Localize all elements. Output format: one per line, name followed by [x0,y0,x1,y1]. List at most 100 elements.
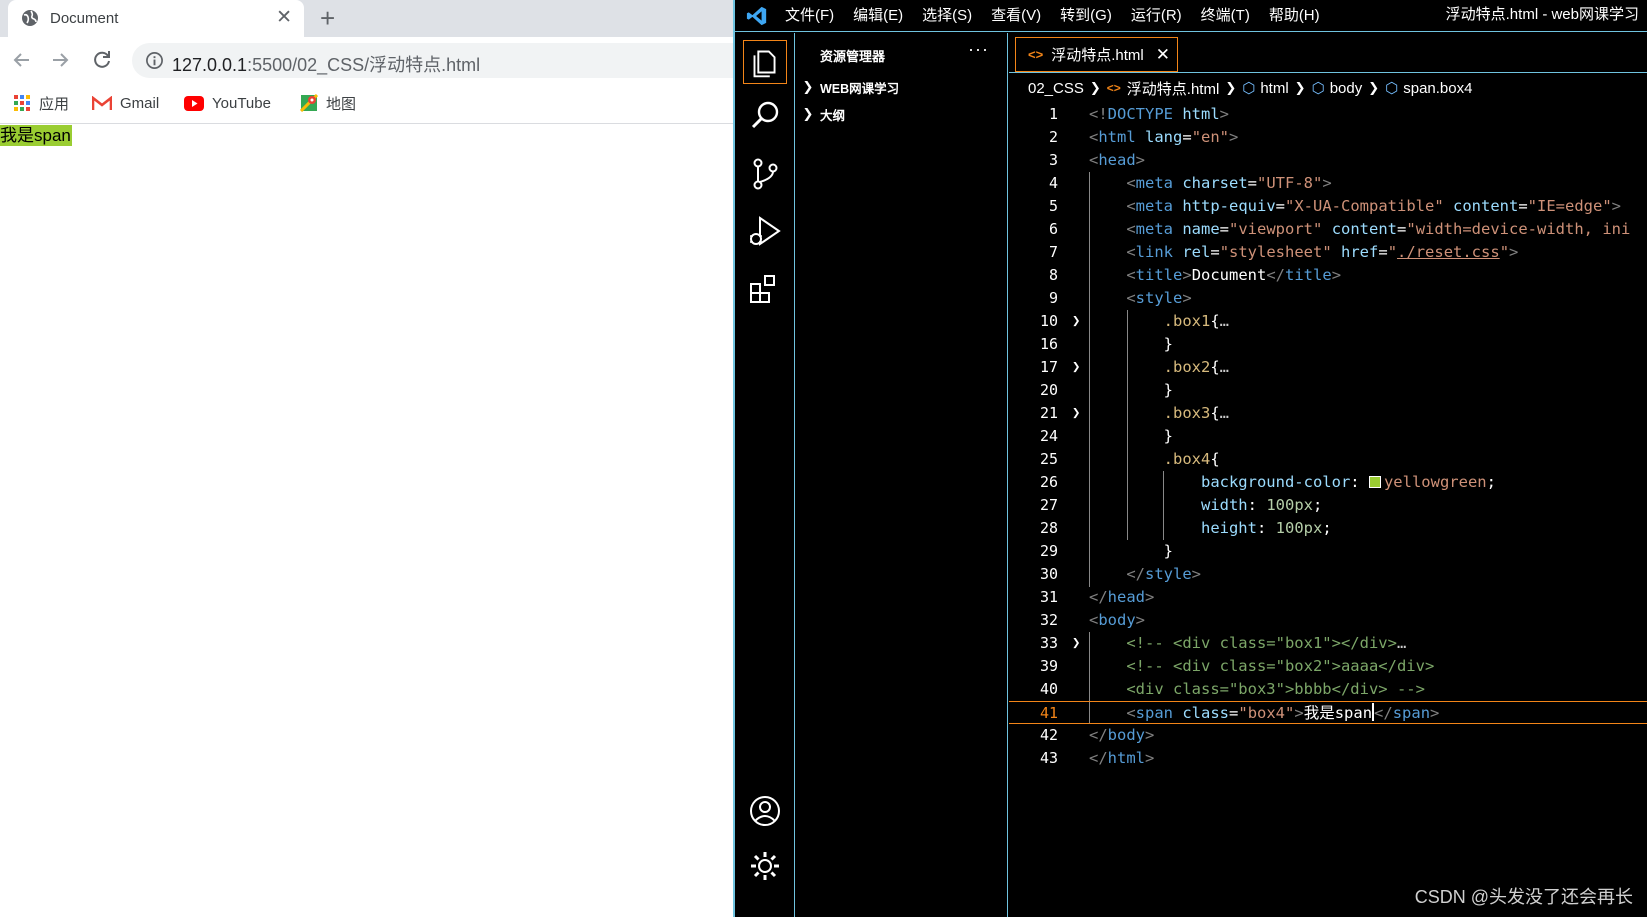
address-bar[interactable]: 127.0.0.1:5500/02_CSS/浮动特点.html [132,43,733,78]
vscode-window: 文件(F) 编辑(E) 选择(S) 查看(V) 转到(G) 运行(R) 终端(T… [733,0,1647,917]
bookmarks-bar: 应用 Gmail YouTube 地图 [0,84,733,124]
breadcrumb-folder[interactable]: 02_CSS [1028,80,1084,97]
bookmark-maps[interactable]: 地图 [300,92,356,114]
fold-chevron-icon[interactable]: ❯ [1072,402,1084,425]
color-swatch-icon[interactable] [1368,476,1381,488]
chevron-right-icon: ❯ [802,79,814,94]
search-icon[interactable] [746,97,784,135]
bookmark-gmail[interactable]: Gmail [92,92,159,114]
menu-edit[interactable]: 编辑(E) [853,0,903,32]
youtube-icon [184,95,204,111]
bookmark-youtube[interactable]: YouTube [184,92,271,114]
breadcrumb-html[interactable]: ⬡ html [1242,79,1288,98]
menu-help[interactable]: 帮助(H) [1269,0,1320,32]
url-host: 127.0.0.1 [172,55,248,75]
code-text: .box4{ [1163,450,1220,468]
symbol-cube-icon: ⬡ [1242,80,1256,97]
breadcrumb-label: body [1329,79,1363,97]
chevron-right-icon: ❯ [1225,80,1237,95]
code-line: 4 <meta charset="UTF-8"> [1009,172,1647,195]
code-line: 1 <!DOCTYPE html> [1009,103,1647,126]
line-number: 16 [1039,335,1058,353]
line-number: 42 [1039,726,1058,744]
line-number: 31 [1039,588,1058,606]
code-text: height: 100px; [1200,519,1332,537]
gmail-icon [92,95,112,110]
line-number: 10 [1039,312,1058,330]
line-number: 24 [1039,427,1058,445]
fold-chevron-icon[interactable]: ❯ [1072,310,1084,333]
settings-gear-icon[interactable] [746,847,784,885]
section-label: 大纲 [820,108,846,123]
explorer-icon[interactable] [743,40,787,84]
line-number: 39 [1039,657,1058,675]
code-line: 24 } [1009,425,1647,448]
bookmark-apps[interactable]: 应用 [13,92,69,114]
menu-go[interactable]: 转到(G) [1060,0,1112,32]
new-tab-button[interactable]: + [320,3,335,34]
section-workspace[interactable]: ❯ WEB网课学习 [796,75,1007,99]
back-icon[interactable] [10,48,34,72]
section-outline[interactable]: ❯ 大纲 [796,102,1007,126]
activity-bar [735,33,795,917]
menu-terminal[interactable]: 终端(T) [1201,0,1250,32]
run-debug-icon[interactable] [746,212,784,250]
symbol-cube-icon: ⬡ [1311,80,1325,97]
code-line: 39 <!-- <div class="box2">aaaa</div> [1009,655,1647,678]
code-text: } [1089,335,1173,353]
extensions-icon[interactable] [746,270,784,308]
menu-selection[interactable]: 选择(S) [922,0,972,32]
code-text: </style> [1126,565,1202,583]
menu-run[interactable]: 运行(R) [1131,0,1182,32]
info-icon[interactable] [145,51,164,70]
source-control-icon[interactable] [746,155,784,193]
code-text: </body> [1089,726,1155,744]
url-path: :5500/02_CSS/浮动特点.html [247,55,481,75]
more-actions-icon[interactable]: ··· [968,39,989,60]
fold-chevron-icon[interactable]: ❯ [1072,356,1084,379]
code-text: } [1089,542,1173,560]
code-text: <meta charset="UTF-8"> [1126,174,1332,192]
menu-file[interactable]: 文件(F) [785,0,834,32]
line-number: 2 [1048,128,1058,146]
breadcrumb: 02_CSS ❯ <> 浮动特点.html ❯ ⬡ html ❯ ⬡ body ❯ ⬡… [1009,74,1647,102]
editor-group: <> 浮动特点.html ✕ 02_CSS ❯ <> 浮动特点.html ❯ ⬡ h… [1009,33,1647,917]
code-text: <title>Document</title> [1126,266,1342,284]
code-text: <span class="box4">我是span </span> [1126,703,1440,722]
code-text: </head> [1089,588,1155,606]
code-editor[interactable]: 1 <!DOCTYPE html> 2 <html lang="en"> 3 <hea… [1009,103,1647,917]
symbol-cube-icon: ⬡ [1385,80,1399,97]
maps-icon [300,94,318,112]
close-tab-icon[interactable]: ✕ [276,6,292,29]
code-text: } [1089,427,1173,445]
editor-tab-active[interactable]: <> 浮动特点.html ✕ [1015,37,1178,72]
browser-tab[interactable]: Document ✕ [8,0,304,37]
line-number: 30 [1039,565,1058,583]
reload-icon[interactable] [90,48,114,72]
code-line: 28 height: 100px; [1009,517,1647,540]
code-line: 26 background-color: yellowgreen; [1009,471,1647,494]
code-text: width: 100px; [1200,496,1323,514]
breadcrumb-span[interactable]: ⬡ span.box4 [1385,79,1472,98]
line-number: 6 [1048,220,1058,238]
explorer-sidebar: 资源管理器 ··· ❯ WEB网课学习 ❯ 大纲 [796,33,1008,917]
bookmark-label: Gmail [120,94,160,112]
sidebar-title: 资源管理器 [820,49,886,64]
editor-tabs: <> 浮动特点.html ✕ [1009,33,1647,73]
close-icon[interactable]: ✕ [1156,45,1170,65]
account-icon[interactable] [746,792,784,830]
line-number: 17 [1039,358,1058,376]
breadcrumb-file[interactable]: <> 浮动特点.html [1107,78,1220,99]
bookmark-label: 应用 [39,95,70,113]
code-line: 31 </head> [1009,586,1647,609]
code-line: 33 ❯ <!-- <div class="box1"></div>… [1009,632,1647,655]
html-file-icon: <> [1106,81,1121,95]
code-line: 43 </html> [1009,747,1647,770]
fold-chevron-icon[interactable]: ❯ [1072,632,1084,655]
menu-view[interactable]: 查看(V) [991,0,1041,32]
forward-icon[interactable] [48,48,72,72]
code-text: <meta http-equiv="X-UA-Compatible" conte… [1126,197,1622,215]
breadcrumb-body[interactable]: ⬡ body [1311,79,1363,98]
line-number: 1 [1048,105,1058,123]
code-line: 2 <html lang="en"> [1009,126,1647,149]
